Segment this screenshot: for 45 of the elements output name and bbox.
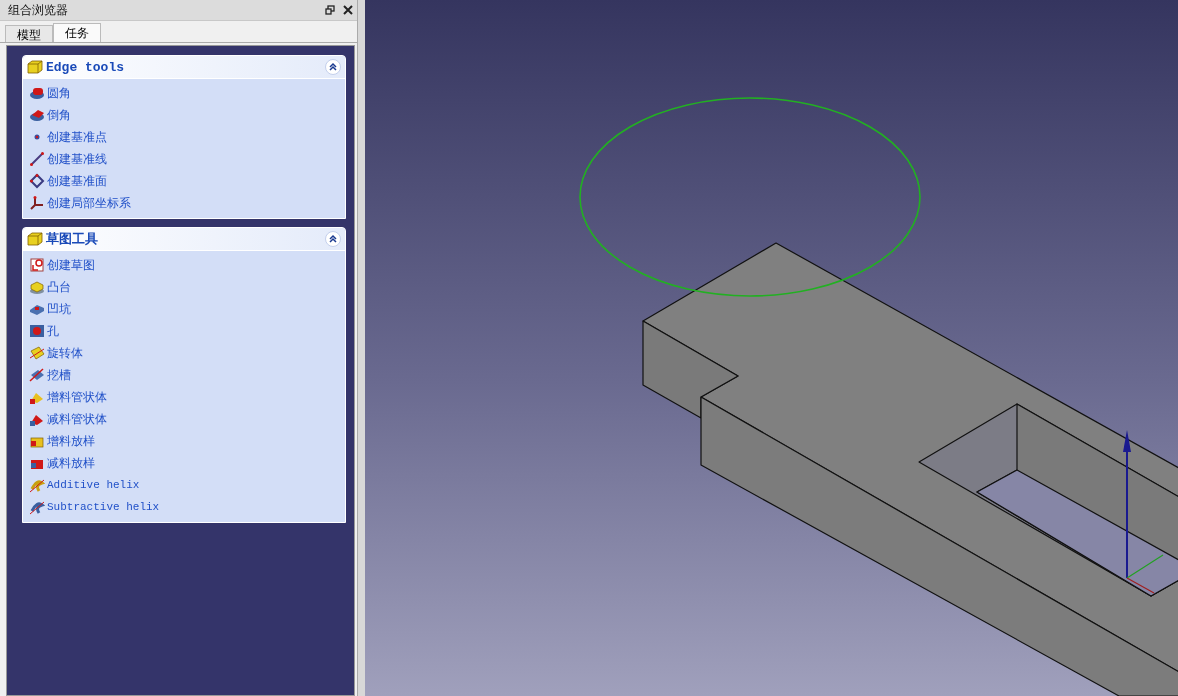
tool-icon xyxy=(29,367,45,383)
collapse-button[interactable] xyxy=(325,231,341,247)
tab[interactable]: 模型 xyxy=(5,25,53,42)
tool-icon xyxy=(29,323,45,339)
tool-icon xyxy=(29,107,45,123)
splitter-handle[interactable] xyxy=(357,0,365,696)
chevron-up-icon xyxy=(328,62,338,72)
tool-link[interactable]: 创建基准线 xyxy=(47,150,107,168)
task-box-title: Edge tools xyxy=(46,59,125,75)
tool-link[interactable]: 孔 xyxy=(47,322,59,340)
tool-link[interactable]: 凹坑 xyxy=(47,300,71,318)
task-box-title: 草图工具 xyxy=(46,231,99,248)
tool-link[interactable]: 创建草图 xyxy=(47,256,95,274)
tool-icon xyxy=(29,195,45,211)
tool-icon xyxy=(29,499,45,515)
tool-link[interactable]: 旋转体 xyxy=(47,344,83,362)
tool-icon xyxy=(29,85,45,101)
tool-icon xyxy=(29,345,45,361)
close-button[interactable] xyxy=(343,5,353,15)
tool-link[interactable]: 圆角 xyxy=(47,84,71,102)
undock-button[interactable] xyxy=(325,5,335,15)
tool-icon xyxy=(29,151,45,167)
tool-link[interactable]: 创建基准点 xyxy=(47,128,107,146)
cube-icon xyxy=(27,231,43,247)
tool-link[interactable]: 创建基准面 xyxy=(47,172,107,190)
tool-link[interactable]: Subtractive helix xyxy=(47,501,160,513)
tool-icon xyxy=(29,279,45,295)
chevron-up-icon xyxy=(328,234,338,244)
tool-link[interactable]: 增料管状体 xyxy=(47,388,107,406)
tool-link[interactable]: 减料放样 xyxy=(47,454,95,472)
tool-link[interactable]: 增料放样 xyxy=(47,432,95,450)
tool-link[interactable]: 创建局部坐标系 xyxy=(47,194,131,212)
tool-link[interactable]: Additive helix xyxy=(47,479,140,491)
tab[interactable]: 任务 xyxy=(53,23,101,42)
tool-icon xyxy=(29,477,45,493)
axis-gizmo-icon xyxy=(1123,430,1164,594)
panel-title: 组合浏览器 xyxy=(8,1,69,19)
tool-icon xyxy=(29,173,45,189)
cube-icon xyxy=(27,59,43,75)
tool-icon xyxy=(29,257,45,273)
collapse-button[interactable] xyxy=(325,59,341,75)
tool-link[interactable]: 挖槽 xyxy=(47,366,71,384)
tool-link[interactable]: 倒角 xyxy=(47,106,71,124)
tool-link[interactable]: 凸台 xyxy=(47,278,71,296)
tool-link[interactable]: 减料管状体 xyxy=(47,410,107,428)
